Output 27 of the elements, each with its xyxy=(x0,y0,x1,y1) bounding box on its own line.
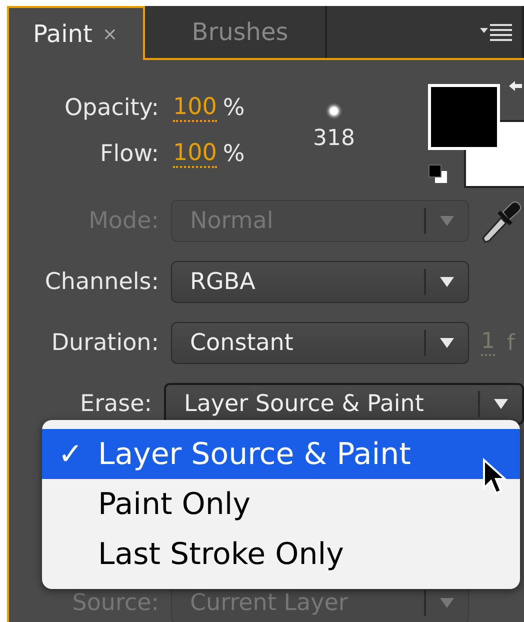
field-label: Channels: xyxy=(44,269,160,295)
caret-icon xyxy=(494,399,508,409)
color-swatches-drawing[interactable] xyxy=(428,84,524,188)
menu-item[interactable]: Last Stroke Only xyxy=(42,529,520,579)
caret-icon xyxy=(440,216,454,226)
caret-icon xyxy=(440,338,454,348)
mouse-pointer-icon xyxy=(482,458,508,496)
default-colors-icon[interactable] xyxy=(428,164,448,184)
dropdown[interactable]: Constant xyxy=(171,322,469,364)
brush-size: 318 xyxy=(313,126,355,151)
value-scrubber[interactable]: 100 xyxy=(173,140,217,168)
caret-icon xyxy=(440,598,454,608)
brush-tip-icon[interactable] xyxy=(325,102,343,120)
field-label: Flow: xyxy=(99,141,159,167)
menu-item[interactable]: ✓ Layer Source & Paint xyxy=(42,429,520,479)
field-label: Duration: xyxy=(50,330,160,356)
caret-icon xyxy=(440,277,454,287)
dropdown[interactable]: RGBA xyxy=(171,261,469,303)
menu-item[interactable]: Paint Only xyxy=(42,479,520,529)
close-icon[interactable]: × xyxy=(102,24,118,44)
panel-tab[interactable]: Paint × xyxy=(7,6,145,60)
field-label: Erase: xyxy=(79,391,153,417)
unit-label: % xyxy=(222,141,245,167)
panel-menu-icon[interactable] xyxy=(480,22,514,42)
unit-label: % xyxy=(222,95,245,121)
value-scrubber[interactable]: 100 xyxy=(173,94,217,122)
field-label: Opacity: xyxy=(63,95,159,121)
